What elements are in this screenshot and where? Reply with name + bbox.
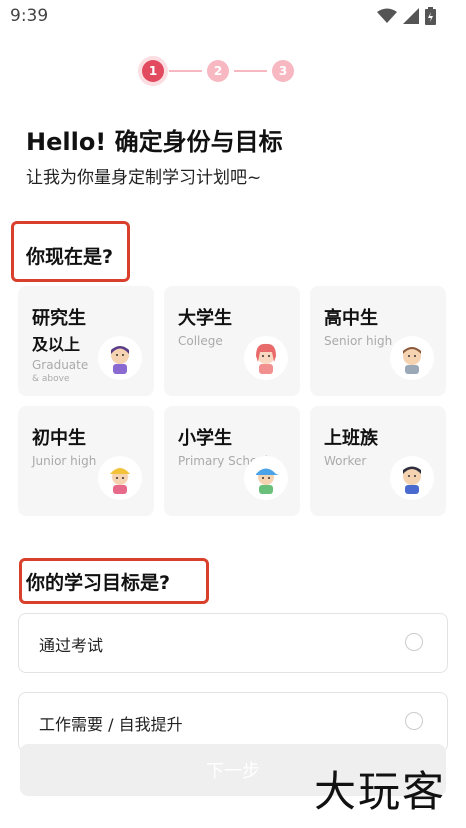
goal-question: 你的学习目标是? <box>26 572 171 594</box>
card-english: Senior high <box>324 334 393 348</box>
watermark: 大玩客 <box>313 767 446 816</box>
identity-card-graduate[interactable]: 研究生 及以上 Graduate & above <box>18 286 154 396</box>
step-2: 2 <box>207 60 229 82</box>
status-bar: 9:39 <box>0 0 466 32</box>
battery-icon <box>425 7 436 25</box>
step-3: 3 <box>272 60 294 82</box>
page-subtitle: 让我为你量身定制学习计划吧~ <box>26 168 262 188</box>
identity-card-senior-high[interactable]: 高中生 Senior high <box>310 286 446 396</box>
card-title-line2: 及以上 <box>32 335 81 354</box>
goal-option-label: 通过考试 <box>39 636 104 655</box>
status-icons <box>377 7 436 25</box>
signal-icon <box>403 8 419 24</box>
card-english: College <box>178 334 223 348</box>
junior-high-avatar-icon <box>98 456 142 500</box>
goal-option-label: 工作需要 / 自我提升 <box>39 715 183 734</box>
wifi-icon <box>377 8 397 23</box>
card-title: 高中生 <box>324 308 378 329</box>
senior-high-avatar-icon <box>390 336 434 380</box>
identity-card-college[interactable]: 大学生 College <box>164 286 300 396</box>
goal-radio[interactable] <box>405 633 423 651</box>
card-english-line2: & above <box>32 374 70 384</box>
card-title: 小学生 <box>178 428 232 449</box>
identity-question: 你现在是? <box>26 246 114 268</box>
graduate-avatar-icon <box>98 336 142 380</box>
card-english: Worker <box>324 454 367 468</box>
primary-avatar-icon <box>244 456 288 500</box>
card-title: 研究生 <box>32 308 86 329</box>
worker-avatar-icon <box>390 456 434 500</box>
card-title: 大学生 <box>178 308 232 329</box>
progress-stepper: 1 2 3 <box>142 60 294 82</box>
identity-card-worker[interactable]: 上班族 Worker <box>310 406 446 516</box>
status-time: 9:39 <box>10 6 49 26</box>
card-english: Junior high <box>32 454 97 468</box>
page-title: Hello! 确定身份与目标 <box>26 128 283 156</box>
identity-grid: 研究生 及以上 Graduate & above 大学生 College 高中生… <box>18 286 448 516</box>
step-connector <box>234 70 267 72</box>
goal-option-exam[interactable]: 通过考试 <box>18 613 448 673</box>
identity-card-junior-high[interactable]: 初中生 Junior high <box>18 406 154 516</box>
identity-card-primary[interactable]: 小学生 Primary School <box>164 406 300 516</box>
goal-option-work[interactable]: 工作需要 / 自我提升 <box>18 692 448 752</box>
goal-radio[interactable] <box>405 712 423 730</box>
college-avatar-icon <box>244 336 288 380</box>
card-title: 初中生 <box>32 428 86 449</box>
step-1: 1 <box>142 60 164 82</box>
card-title: 上班族 <box>324 428 378 449</box>
step-connector <box>169 70 202 72</box>
card-english: Graduate <box>32 358 89 372</box>
